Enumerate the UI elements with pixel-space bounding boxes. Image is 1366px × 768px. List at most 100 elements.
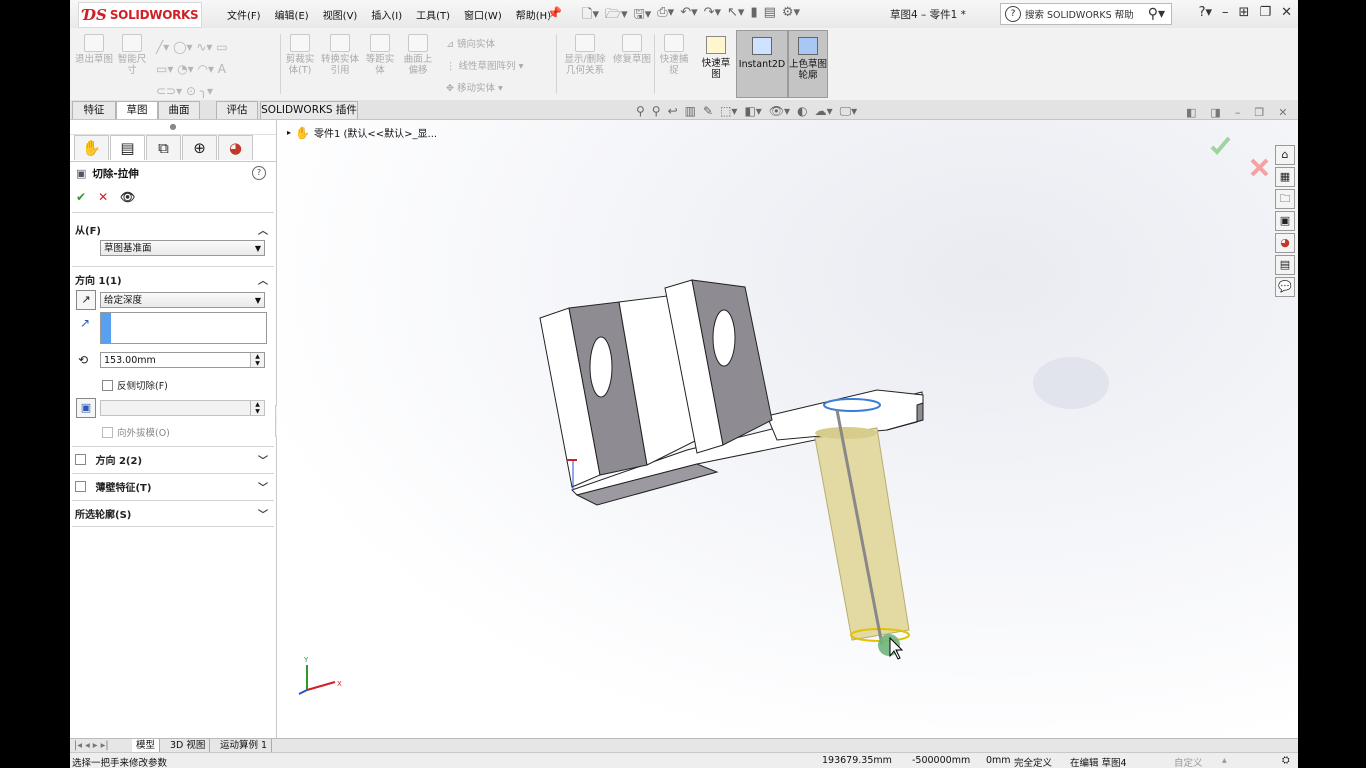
- trim-button[interactable]: 剪裁实体(T): [282, 34, 318, 76]
- file-explorer-icon[interactable]: 🗀: [1275, 189, 1295, 209]
- menu-edit[interactable]: 编辑(E): [268, 7, 316, 22]
- rebuild-status-icon[interactable]: ⛭: [1282, 755, 1290, 766]
- tab-surfaces[interactable]: 曲面: [158, 101, 200, 119]
- direction1-section-header[interactable]: 方向 1(1) ︿: [75, 272, 271, 287]
- smart-dimension-button[interactable]: 智能尺寸: [114, 34, 150, 76]
- help-menu-icon[interactable]: ?▾: [1199, 5, 1212, 20]
- menu-tools[interactable]: 工具(T): [409, 7, 457, 22]
- tab-model[interactable]: 模型: [132, 739, 161, 752]
- close-icon[interactable]: ✕: [1281, 5, 1292, 20]
- end-condition-select[interactable]: 给定深度 ▼: [100, 292, 265, 308]
- linear-pattern-button[interactable]: ⋮ 线性草图阵列 ▾: [446, 58, 523, 72]
- exit-sketch-button[interactable]: 退出草图: [74, 34, 114, 65]
- open-icon[interactable]: 🗁▾: [605, 5, 628, 27]
- draft-outward-checkbox[interactable]: 向外拔模(O): [102, 425, 170, 439]
- menu-insert[interactable]: 插入(I): [364, 7, 409, 22]
- home-icon[interactable]: ⌂: [1275, 145, 1295, 165]
- save-icon[interactable]: 🖫▾: [634, 5, 652, 27]
- confirm-ok-icon[interactable]: [1210, 136, 1231, 155]
- help-icon[interactable]: ?: [252, 166, 266, 180]
- viewport-minimize-icon[interactable]: –: [1235, 106, 1241, 119]
- previous-view-icon[interactable]: ↩: [668, 104, 678, 119]
- flip-cut-checkbox[interactable]: 反侧切除(F): [102, 378, 168, 392]
- print-icon[interactable]: ⎙▾: [657, 5, 674, 27]
- tab-features[interactable]: 特征: [72, 101, 116, 119]
- viewport-close-icon[interactable]: ✕: [1278, 106, 1287, 119]
- draft-angle-input[interactable]: ▲ ▼: [100, 400, 265, 416]
- section-view-icon[interactable]: ▥: [685, 104, 696, 119]
- expand-icon[interactable]: ﹀: [258, 452, 268, 467]
- viewport-next-icon[interactable]: ◨: [1210, 106, 1220, 119]
- confirm-cancel-icon[interactable]: [1250, 158, 1269, 177]
- offset-button[interactable]: 等距实体: [362, 34, 398, 76]
- draft-icon[interactable]: ▣: [76, 398, 96, 418]
- feature-manager-tab-icon[interactable]: ✋: [74, 135, 109, 160]
- appearances-icon[interactable]: ◕: [1275, 233, 1295, 253]
- move-entities-button[interactable]: ✥ 移动实体 ▾: [446, 80, 503, 94]
- display-manager-tab-icon[interactable]: ◕: [218, 135, 253, 160]
- selected-contours-section-header[interactable]: 所选轮廓(S) ﹀: [75, 506, 271, 521]
- tab-motion-study[interactable]: 运动算例 1: [216, 739, 273, 752]
- reverse-direction-icon[interactable]: ↗: [76, 290, 96, 310]
- from-section-header[interactable]: 从(F) ︿: [75, 222, 271, 237]
- rapid-sketch-button[interactable]: 快速草图: [698, 30, 734, 96]
- custom-properties-icon[interactable]: ▤: [1275, 255, 1295, 275]
- design-library-icon[interactable]: ▦: [1275, 167, 1295, 187]
- units-arrow-icon[interactable]: ▴: [1222, 755, 1227, 766]
- pin-icon[interactable]: 📌: [547, 6, 562, 20]
- from-select[interactable]: 草图基准面 ▼: [100, 240, 265, 256]
- display-style-icon[interactable]: ◧▾: [744, 104, 761, 119]
- viewport-prev-icon[interactable]: ◧: [1186, 106, 1196, 119]
- zoom-to-fit-icon[interactable]: ⚲: [636, 104, 645, 119]
- view-settings-icon[interactable]: 🖵▾: [840, 104, 858, 119]
- depth-spinner[interactable]: ▲ ▼: [250, 353, 264, 367]
- options-icon[interactable]: ⚙▾: [782, 5, 800, 27]
- tab-scroll-arrows[interactable]: |◂ ◂ ▸ ▸|: [70, 739, 133, 752]
- quick-snaps-button[interactable]: 快速捕捉: [656, 34, 692, 76]
- instant2d-button[interactable]: Instant2D: [736, 30, 788, 98]
- status-units[interactable]: 自定义: [1174, 755, 1203, 768]
- undo-icon[interactable]: ↶▾: [680, 5, 697, 27]
- tile-icon[interactable]: ⊞: [1239, 5, 1250, 20]
- panel-grip[interactable]: ●: [70, 120, 276, 135]
- direction-selection-box[interactable]: [100, 312, 267, 344]
- view-palette-icon[interactable]: ▣: [1275, 211, 1295, 231]
- thin-feature-section-header[interactable]: 薄壁特征(T) ﹀: [75, 479, 271, 494]
- graphics-area[interactable]: ▸ ✋ 零件1 (默认<<默认>_显... Y X: [277, 120, 1298, 738]
- draft-spinner[interactable]: ▲ ▼: [250, 401, 264, 415]
- tab-addins[interactable]: SOLIDWORKS 插件: [260, 101, 358, 119]
- rebuild-icon[interactable]: ▮: [750, 5, 757, 27]
- tab-sketch[interactable]: 草图: [116, 101, 158, 119]
- edit-appearance-icon[interactable]: ◐: [797, 104, 807, 119]
- direction2-section-header[interactable]: 方向 2(2) ﹀: [75, 452, 271, 467]
- restore-icon[interactable]: ❐: [1259, 5, 1271, 20]
- relations-button[interactable]: 显示/删除几何关系: [560, 34, 610, 76]
- dimxpert-tab-icon[interactable]: ⊕: [182, 135, 217, 160]
- file-properties-icon[interactable]: ▤: [764, 5, 776, 27]
- collapse-icon[interactable]: ︿: [258, 272, 268, 287]
- cancel-icon[interactable]: ✕: [98, 190, 108, 204]
- sketch-entity-tools[interactable]: ╱▾ ◯▾ ∿▾ ▭ ▭▾ ◔▾ ◠▾ A ⊂⊃▾ ⊙ ╮▾: [156, 36, 274, 102]
- expand-icon[interactable]: ﹀: [258, 479, 268, 494]
- menu-view[interactable]: 视图(V): [316, 7, 365, 22]
- search-input[interactable]: 搜索 SOLIDWORKS 帮助: [1025, 7, 1148, 21]
- shaded-contours-button[interactable]: 上色草图轮廓: [788, 30, 828, 98]
- menu-file[interactable]: 文件(F): [220, 7, 268, 22]
- configuration-manager-tab-icon[interactable]: ⧉: [146, 135, 181, 160]
- tab-3d-views[interactable]: 3D 视图: [166, 739, 211, 752]
- surface-offset-button[interactable]: 曲面上偏移: [400, 34, 436, 76]
- convert-entities-button[interactable]: 转换实体引用: [320, 34, 360, 76]
- search-icon[interactable]: ⚲▾: [1148, 6, 1165, 22]
- hide-show-icon[interactable]: 👁▾: [769, 104, 790, 119]
- thin-feature-checkbox[interactable]: [75, 481, 86, 492]
- collapse-icon[interactable]: ︿: [258, 222, 268, 237]
- mirror-button[interactable]: ⊿ 镜向实体: [446, 36, 495, 50]
- depth-input[interactable]: 153.00mm ▲ ▼: [100, 352, 265, 368]
- viewport-restore-icon[interactable]: ❐: [1254, 106, 1264, 119]
- select-icon[interactable]: ↖▾: [727, 5, 744, 27]
- view-orientation-icon[interactable]: ⬚▾: [720, 104, 737, 119]
- direction2-checkbox[interactable]: [75, 454, 86, 465]
- dynamic-annotation-icon[interactable]: ✎: [703, 104, 713, 119]
- zoom-area-icon[interactable]: ⚲: [652, 104, 661, 119]
- preview-eye-icon[interactable]: 👁: [120, 190, 135, 204]
